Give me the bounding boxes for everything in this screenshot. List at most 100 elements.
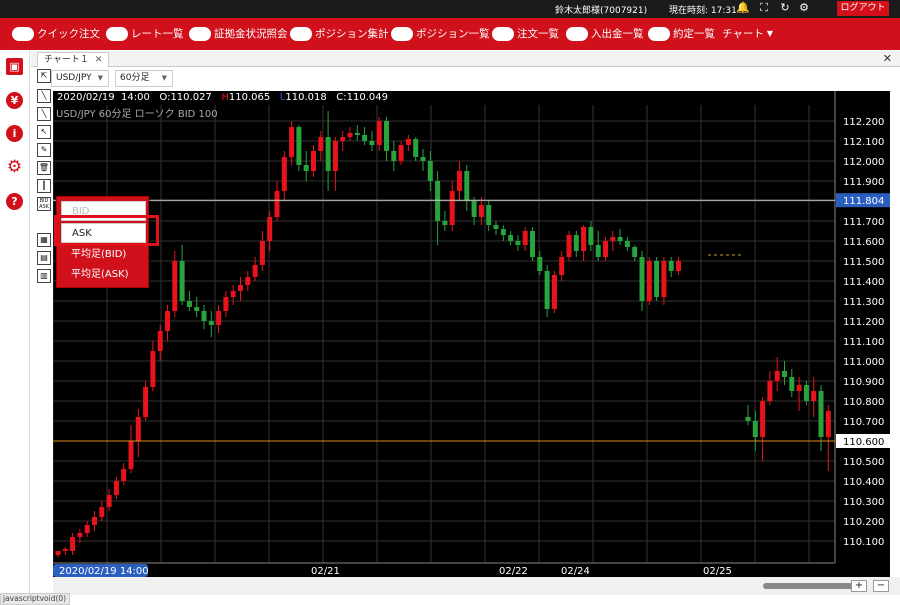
candle-body	[442, 221, 448, 225]
chart-toolbar: ⇱ USD/JPY ▼ 60分足 ▼	[31, 67, 900, 91]
readout-high: 110.065	[228, 92, 271, 103]
candle-type-icon[interactable]: ┃	[37, 179, 51, 193]
chart-canvas[interactable]: 112.200112.100112.000111.900111.800111.7…	[53, 91, 890, 577]
y-tick-label: 111.200	[843, 317, 884, 328]
save-icon[interactable]: ▣	[6, 58, 23, 75]
trash-icon[interactable]: 🗑	[37, 161, 51, 175]
timeframe-select[interactable]: 60分足 ▼	[115, 70, 173, 87]
candle-body	[362, 135, 368, 141]
y-tick-label: 112.000	[843, 157, 884, 168]
close-icon[interactable]: ✕	[95, 55, 103, 65]
cursor-date-label: 2020/02/19 14:00	[59, 566, 149, 577]
candle-body	[99, 507, 105, 517]
user-name: 鈴木太郎様(7007921)	[555, 6, 648, 16]
refresh-icon[interactable]: ↻	[779, 2, 791, 14]
chart-scrollbar[interactable]	[763, 583, 853, 589]
candle-body	[420, 157, 426, 161]
currency-pair-value: USD/JPY	[56, 73, 92, 83]
sidebar: ▣ ¥ i ⚙ ?	[0, 50, 30, 595]
candle-body	[376, 121, 382, 145]
line-tool-icon[interactable]: ╲	[37, 107, 51, 121]
candle-body	[760, 401, 766, 437]
candle-body	[559, 257, 565, 275]
currency-pair-select[interactable]: USD/JPY ▼	[51, 70, 109, 87]
eraser-icon[interactable]: ✎	[37, 143, 51, 157]
help-icon[interactable]: ?	[6, 193, 23, 210]
chevron-down-icon: ▼	[97, 74, 103, 82]
tab-bar: チャート１ ✕ ✕	[31, 51, 900, 67]
zoom-out-button[interactable]: −	[873, 580, 889, 592]
tab-chart-1[interactable]: チャート１ ✕	[37, 52, 110, 67]
candle-body	[55, 551, 61, 555]
candle-body	[752, 421, 758, 437]
screenshot-icon[interactable]: ▤	[37, 251, 51, 265]
menu-order-list[interactable]: 注文一覧	[492, 25, 559, 42]
menu-option-heikin-bid[interactable]: 平均足(BID)	[61, 245, 146, 265]
candle-body	[135, 417, 141, 441]
y-tick-label: 111.300	[843, 297, 884, 308]
close-window-icon[interactable]: ✕	[883, 52, 892, 65]
candle-body	[332, 141, 338, 171]
timeframe-value: 60分足	[120, 73, 150, 83]
y-tick-label: 111.700	[843, 217, 884, 228]
y-tick-label: 111.900	[843, 177, 884, 188]
zoom-in-button[interactable]: +	[851, 580, 867, 592]
candle-body	[530, 231, 535, 257]
toggle-pill	[106, 26, 128, 41]
fullscreen-icon[interactable]: ⛶	[758, 2, 770, 14]
candle-body	[216, 311, 222, 325]
candle-body	[311, 151, 316, 171]
toggle-pill	[566, 26, 588, 41]
candle-body	[449, 191, 455, 225]
candle-body	[610, 237, 616, 241]
panel-icon[interactable]: ▥	[37, 269, 51, 283]
menu-execution-list[interactable]: 約定一覧	[648, 25, 715, 42]
candle-body	[588, 227, 594, 245]
candle-body	[303, 165, 309, 171]
candle-body	[245, 277, 251, 285]
candle-body	[654, 261, 660, 297]
y-tick-label: 111.500	[843, 257, 884, 268]
browser-status: javascriptvoid(0)	[0, 593, 70, 605]
menu-margin-status[interactable]: 証拠金状況照会	[189, 25, 288, 42]
candle-body	[230, 291, 236, 297]
menu-deposit-list[interactable]: 入出金一覧	[566, 25, 644, 42]
y-tick-label: 110.300	[843, 497, 884, 508]
chart-description: USD/JPY 60分足 ローソク BID 100	[56, 109, 218, 120]
top-bar: 鈴木太郎様(7007921) 現在時刻: 17:31 🔔 ⛶ ↻ ⚙ ログアウト	[0, 0, 900, 18]
menu-position-list[interactable]: ポジション一覧	[391, 25, 490, 42]
candle-body	[70, 537, 76, 551]
candle-body	[172, 261, 178, 311]
price-chart[interactable]: 112.200112.100112.000111.900111.800111.7…	[53, 91, 890, 577]
bell-icon[interactable]: 🔔	[736, 2, 750, 14]
candle-body	[632, 247, 638, 257]
menu-quick-order[interactable]: クイック注文	[12, 25, 100, 42]
grid-icon[interactable]: ▦	[37, 233, 51, 247]
settings-icon[interactable]: ⚙	[6, 159, 23, 176]
info-icon[interactable]: i	[6, 125, 23, 142]
gear-icon[interactable]: ⚙	[798, 2, 810, 14]
candle-body	[369, 141, 375, 145]
candle-body	[676, 261, 681, 271]
menu-position-summary[interactable]: ポジション集計	[290, 25, 389, 42]
logout-button[interactable]: ログアウト	[837, 1, 889, 16]
y-tick-label: 110.100	[843, 537, 884, 548]
candle-body	[113, 481, 119, 495]
highlight-box	[54, 215, 159, 246]
candle-body	[435, 181, 441, 221]
candle-body	[515, 241, 521, 245]
candle-body	[522, 231, 528, 245]
candle-body	[223, 297, 229, 311]
indicator-icon[interactable]: ╲	[37, 89, 51, 103]
menu-rate-list[interactable]: レート一覧	[106, 25, 184, 42]
yen-icon[interactable]: ¥	[6, 92, 23, 109]
candle-body	[106, 495, 112, 507]
level-label: 110.600	[843, 437, 884, 448]
candle-body	[566, 235, 572, 257]
candle-body	[639, 257, 645, 301]
cursor-icon[interactable]: ↖	[37, 125, 51, 139]
menu-option-heikin-ask[interactable]: 平均足(ASK)	[61, 265, 146, 285]
menu-chart[interactable]: チャート ▼	[722, 25, 773, 42]
toggle-pill	[12, 26, 34, 41]
bid-ask-icon[interactable]: BID ASK	[37, 197, 51, 211]
